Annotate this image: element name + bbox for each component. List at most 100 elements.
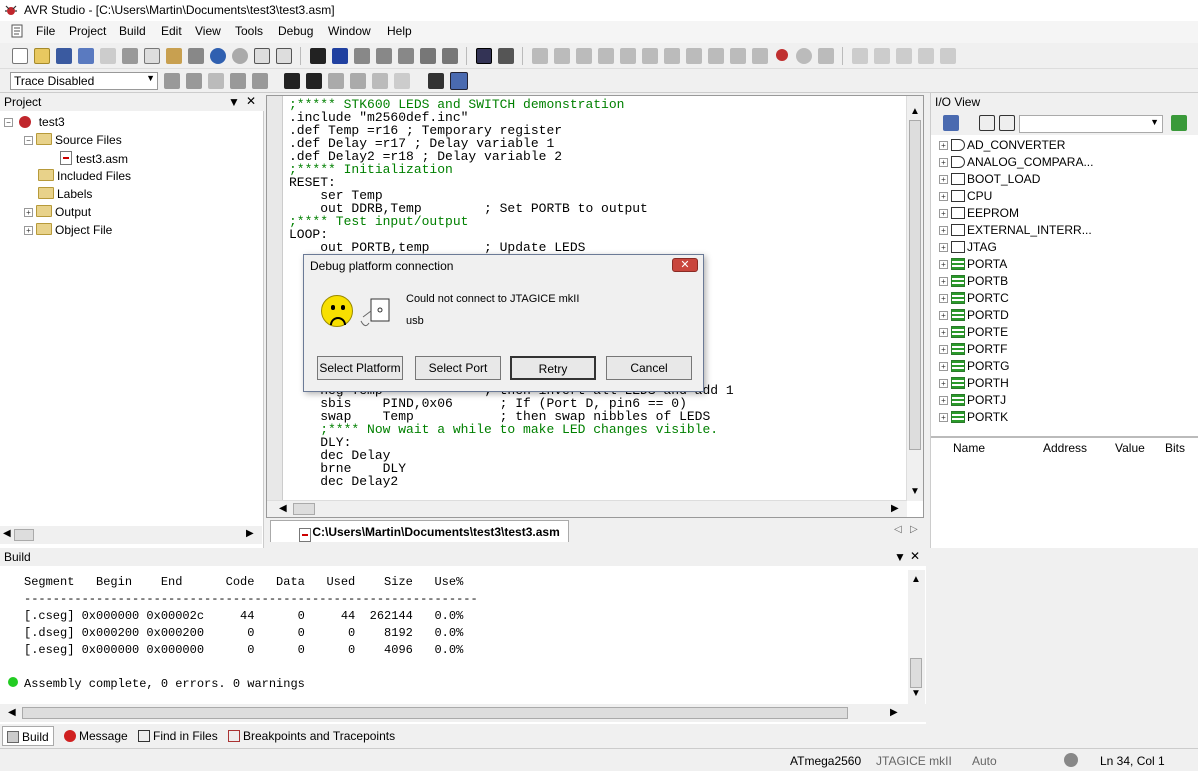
collapse-icon[interactable]: − <box>24 136 33 145</box>
expand-icon[interactable]: + <box>24 226 33 235</box>
io-item[interactable]: + PORTJ <box>939 393 1006 410</box>
next-bookmark-icon[interactable] <box>354 48 370 64</box>
close-icon[interactable]: ✕ <box>246 94 256 108</box>
menu-project[interactable]: Project <box>69 24 106 38</box>
binoculars-icon[interactable] <box>310 48 326 64</box>
column-value[interactable]: Value <box>1115 441 1145 455</box>
chip-icon[interactable] <box>328 73 344 89</box>
remove-breakpoints-icon[interactable] <box>796 48 812 64</box>
bookmark-icon[interactable] <box>332 48 348 64</box>
tree-view-icon[interactable] <box>979 115 995 131</box>
expand-icon[interactable]: + <box>939 141 948 150</box>
clear-bookmarks-icon[interactable] <box>398 48 414 64</box>
retry-button[interactable]: Retry <box>510 356 596 380</box>
prev-bookmark-icon[interactable] <box>376 48 392 64</box>
windows-icon[interactable] <box>254 48 270 64</box>
menu-edit[interactable]: Edit <box>161 24 182 38</box>
copy-icon[interactable] <box>144 48 160 64</box>
expand-icon[interactable]: + <box>939 260 948 269</box>
io-filter-icon[interactable] <box>943 115 959 131</box>
tree-object-file[interactable]: + Object File <box>24 223 112 241</box>
show-next-statement-icon[interactable] <box>620 48 636 64</box>
trace-select[interactable]: Trace Disabled ▼ <box>10 72 158 90</box>
menu-tools[interactable]: Tools <box>235 24 263 38</box>
active-view-icon[interactable] <box>450 72 468 90</box>
expand-icon[interactable]: + <box>939 345 948 354</box>
auto-step-icon[interactable] <box>730 48 746 64</box>
build-run-icon[interactable] <box>498 48 514 64</box>
scroll-thumb[interactable] <box>22 707 848 719</box>
cut-icon[interactable] <box>122 48 138 64</box>
menu-build[interactable]: Build <box>119 24 146 38</box>
menu-file[interactable]: File <box>36 24 55 38</box>
trace-cable-icon[interactable] <box>372 73 388 89</box>
scroll-thumb[interactable] <box>14 529 34 541</box>
column-name[interactable]: Name <box>953 441 985 455</box>
io-item[interactable]: + EXTERNAL_INTERR... <box>939 223 1092 240</box>
io-item[interactable]: + AD_CONVERTER <box>939 138 1065 155</box>
scroll-thumb[interactable] <box>293 503 315 515</box>
breakpoint-icon[interactable] <box>776 49 788 61</box>
expand-icon[interactable]: + <box>939 243 948 252</box>
code-line[interactable]: ;**** Now wait a while to make LED chang… <box>289 423 734 436</box>
tab-test3-asm[interactable]: C:\Users\Martin\Documents\test3\test3.as… <box>270 520 569 542</box>
panel-menu-icon[interactable]: ▼ <box>894 550 906 564</box>
close-icon[interactable]: ✕ <box>910 549 920 563</box>
expand-icon[interactable]: + <box>939 209 948 218</box>
open-folder-icon[interactable] <box>34 48 50 64</box>
trace-start-icon[interactable] <box>208 73 224 89</box>
expand-icon[interactable]: + <box>939 294 948 303</box>
editor-gutter[interactable] <box>267 96 283 501</box>
reset-icon[interactable] <box>576 48 592 64</box>
indent-icon[interactable] <box>420 48 436 64</box>
step-out-icon[interactable] <box>686 48 702 64</box>
find-in-files-icon[interactable] <box>276 48 292 64</box>
assemble-icon[interactable] <box>476 48 492 64</box>
expand-icon[interactable]: + <box>939 328 948 337</box>
code-line[interactable]: ;**** Test input/output <box>289 215 734 228</box>
build-vscroll[interactable]: ▲ ▼ <box>908 570 925 704</box>
scroll-up-icon[interactable]: ▲ <box>910 106 920 117</box>
expand-icon[interactable]: + <box>939 311 948 320</box>
save-icon[interactable] <box>56 48 72 64</box>
select-platform-button[interactable]: Select Platform <box>317 356 403 380</box>
close-file-icon[interactable] <box>100 48 116 64</box>
io-search-combo[interactable]: ▼ <box>1019 115 1163 133</box>
redo-icon[interactable] <box>232 48 248 64</box>
expand-icon[interactable]: + <box>939 226 948 235</box>
scroll-up-icon[interactable]: ▲ <box>911 574 921 585</box>
expand-icon[interactable]: + <box>939 192 948 201</box>
io-item[interactable]: + ANALOG_COMPARA... <box>939 155 1093 172</box>
stop-icon[interactable] <box>554 48 570 64</box>
new-file-icon[interactable] <box>12 48 28 64</box>
build-output-text[interactable]: Segment Begin End Code Data Used Size Us… <box>24 574 478 693</box>
scroll-thumb[interactable] <box>909 120 921 450</box>
tab-message[interactable]: Message <box>60 726 132 746</box>
tree-source-files[interactable]: − Source Files <box>24 133 122 151</box>
menu-view[interactable]: View <box>195 24 221 38</box>
outdent-icon[interactable] <box>442 48 458 64</box>
dialog-close-button[interactable]: ✕ <box>672 258 698 272</box>
io-item[interactable]: + PORTA <box>939 257 1007 274</box>
register-view-icon[interactable] <box>896 48 912 64</box>
processor-view-icon[interactable] <box>940 48 956 64</box>
io-item[interactable]: + PORTG <box>939 359 1009 376</box>
tab-build[interactable]: Build <box>2 726 54 746</box>
io-item[interactable]: + PORTE <box>939 325 1008 342</box>
build-hscroll[interactable]: ◀ ▶ <box>0 704 926 722</box>
scroll-right-icon[interactable]: ▶ <box>891 503 899 514</box>
print-icon[interactable] <box>188 48 204 64</box>
io-item[interactable]: + EEPROM <box>939 206 1019 223</box>
io-item[interactable]: + PORTD <box>939 308 1009 325</box>
io-item[interactable]: + PORTF <box>939 342 1007 359</box>
tab-breakpoints[interactable]: Breakpoints and Tracepoints <box>224 726 399 746</box>
tree-file-test3-asm[interactable]: test3.asm <box>60 151 128 169</box>
panel-menu-icon[interactable]: ▼ <box>228 95 240 109</box>
scroll-down-icon[interactable]: ▼ <box>910 486 920 497</box>
expand-icon[interactable]: + <box>24 208 33 217</box>
memory-view-icon[interactable] <box>874 48 890 64</box>
pause-icon[interactable] <box>598 48 614 64</box>
tree-root[interactable]: − test3 <box>4 115 65 133</box>
connect-icon[interactable] <box>284 73 300 89</box>
scroll-left-icon[interactable]: ◀ <box>8 707 16 718</box>
